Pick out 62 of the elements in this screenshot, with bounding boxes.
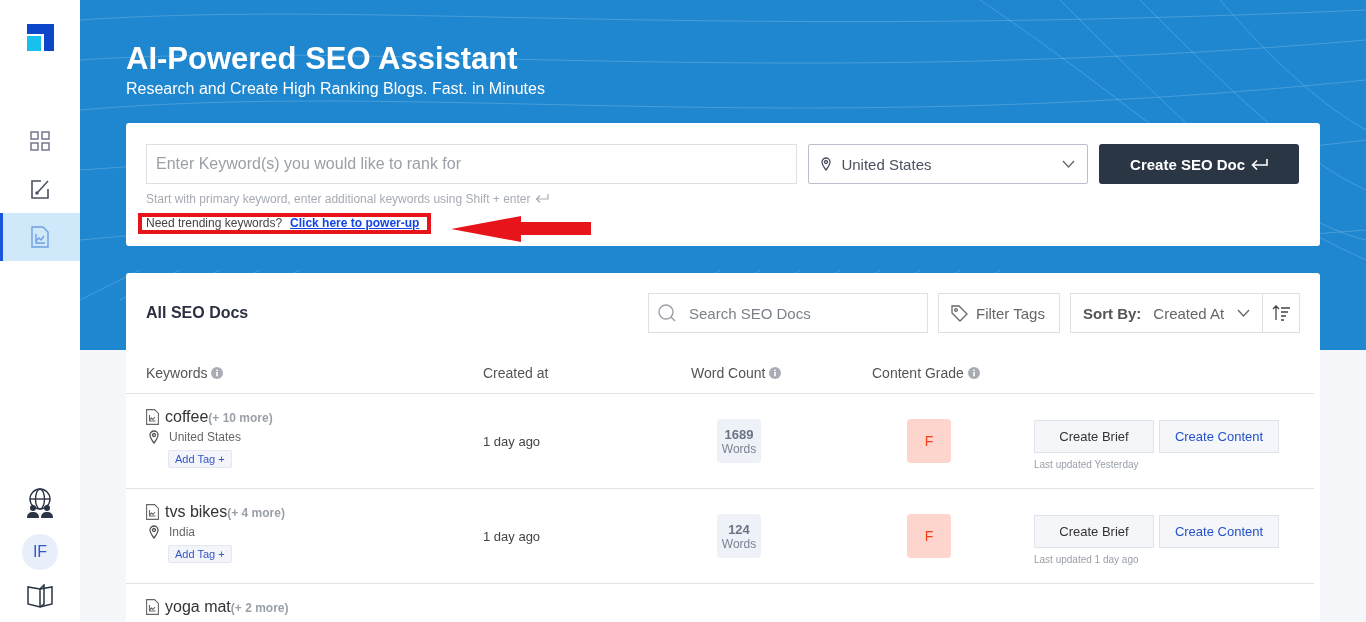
page-title: AI-Powered SEO Assistant (126, 41, 519, 77)
chart-document-icon (146, 409, 159, 425)
word-count-badge: 1689 Words (717, 419, 761, 463)
globe-people-icon[interactable] (24, 487, 56, 518)
created-time: 1 day ago (483, 433, 542, 449)
search-docs-field[interactable]: Search SEO Docs (648, 293, 928, 333)
keyword-text[interactable]: yoga mat (165, 598, 231, 616)
more-keywords-count: (+ 4 more) (227, 506, 285, 520)
create-content-button[interactable]: Create Content (1159, 420, 1279, 453)
more-keywords-count: (+ 10 more) (208, 411, 273, 425)
sort-ascending-icon (1272, 305, 1290, 321)
enter-key-icon (534, 194, 549, 204)
created-time: 1 day ago (483, 528, 542, 544)
last-updated-text: Last updated 1 day ago (1034, 554, 1140, 565)
keyword-hint-text: Start with primary keyword, enter additional keywords using Shift + enter (146, 192, 531, 206)
info-icon[interactable] (967, 367, 980, 379)
location-text: United States (169, 430, 242, 444)
sort-select[interactable]: Sort By: Created At (1070, 293, 1263, 333)
chevron-down-icon (1237, 309, 1250, 317)
add-tag-button[interactable]: Add Tag + (168, 450, 232, 468)
page-subtitle: Research and Create High Ranking Blogs. Fast. in Minutes (126, 80, 546, 98)
location-text: India (169, 525, 196, 539)
tag-icon (951, 304, 968, 322)
user-avatar[interactable]: IF (22, 534, 58, 570)
location-pin-icon (149, 525, 159, 539)
trending-prompt-text: Need trending keywords? (146, 216, 283, 230)
last-updated-text: Last updated Yesterday (1034, 459, 1140, 470)
more-keywords-count: (+ 2 more) (230, 601, 289, 615)
info-icon[interactable] (211, 367, 224, 379)
create-seo-doc-button[interactable]: Create SEO Doc (1099, 144, 1299, 184)
add-tag-button[interactable]: Add Tag + (168, 545, 232, 563)
enter-key-icon (1251, 158, 1269, 170)
keyword-text[interactable]: coffee (165, 408, 209, 426)
column-header: Word Count (691, 365, 766, 381)
logo-icon (26, 24, 54, 51)
create-brief-button[interactable]: Create Brief (1034, 420, 1154, 453)
location-pin-icon (149, 430, 159, 444)
word-count-badge: 124 Words (717, 514, 761, 558)
edit-document-icon (29, 178, 51, 200)
filter-tags-button[interactable]: Filter Tags (938, 293, 1060, 333)
create-content-button[interactable]: Create Content (1159, 515, 1279, 548)
sort-order-button[interactable] (1263, 293, 1300, 333)
info-icon[interactable] (769, 367, 782, 379)
column-header: Keywords (146, 365, 208, 381)
location-pin-icon (821, 157, 832, 171)
keyword-text[interactable]: tvs bikes (165, 503, 228, 521)
chevron-down-icon (1062, 160, 1076, 168)
location-select[interactable]: United States (808, 144, 1089, 184)
content-grade-badge: F (907, 419, 951, 463)
column-header: Content Grade (872, 365, 964, 381)
chart-document-icon (146, 504, 159, 520)
keyword-input-field[interactable]: Enter Keyword(s) you would like to rank for (146, 144, 798, 184)
chart-document-icon (146, 599, 159, 615)
book-icon[interactable] (26, 584, 54, 608)
sidebar-nav-item[interactable] (0, 213, 80, 261)
column-header: Created at (483, 365, 549, 381)
section-title: All SEO Docs (146, 304, 250, 322)
content-grade-badge: F (907, 514, 951, 558)
dashboard-grid-icon (30, 131, 50, 151)
create-brief-button[interactable]: Create Brief (1034, 515, 1154, 548)
chart-document-icon (31, 226, 49, 248)
power-up-link[interactable]: Click here to power-up (290, 216, 420, 230)
